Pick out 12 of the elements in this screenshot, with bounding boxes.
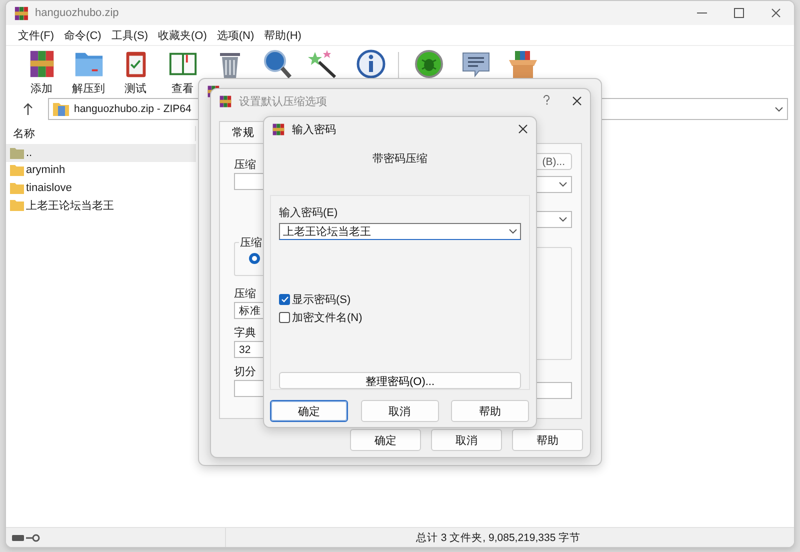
dialog-title: 设置默认压缩选项	[239, 94, 328, 108]
dialog-title: 输入密码	[292, 122, 337, 136]
group-label: 压缩	[239, 235, 263, 250]
method-label: 压缩	[234, 286, 256, 302]
dictionary-label: 字典	[234, 326, 256, 341]
window-title: hanguozhubo.zip	[35, 7, 120, 19]
split-label: 切分	[234, 365, 256, 380]
address-path: hanguozhubo.zip - ZIP64	[74, 103, 192, 115]
archive-name-label: 压缩	[234, 158, 256, 173]
dialog-heading: 带密码压缩	[372, 152, 428, 166]
password-label: 输入密码(E)	[279, 206, 338, 221]
status-summary: 总计 3 文件夹, 9,085,219,335 字节	[416, 530, 581, 544]
